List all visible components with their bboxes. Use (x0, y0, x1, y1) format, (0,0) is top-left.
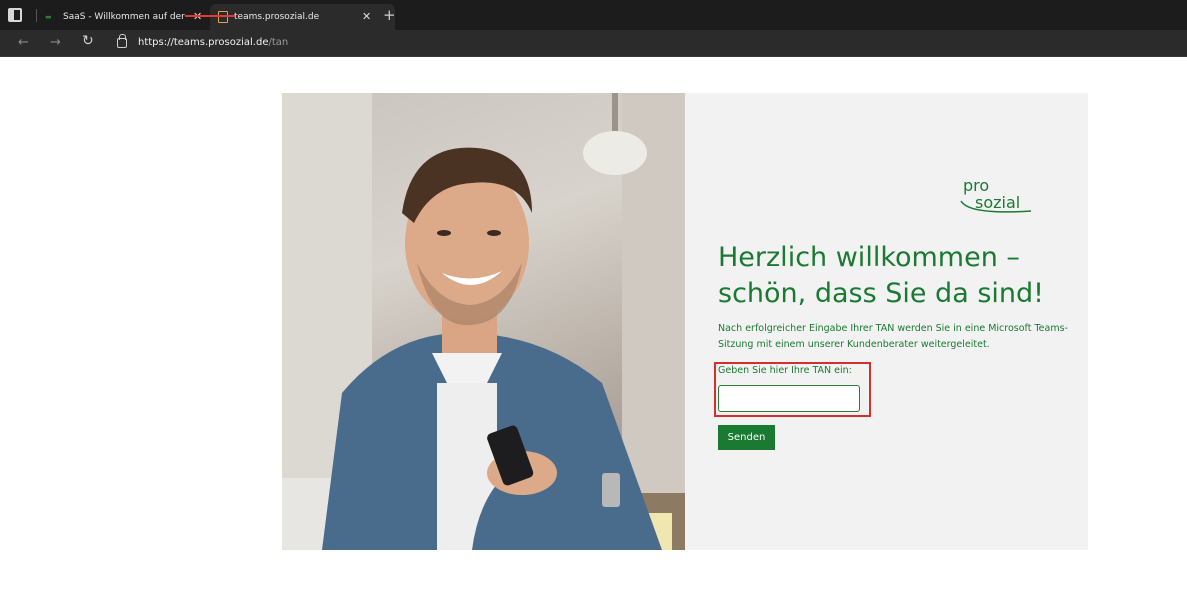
close-icon[interactable]: ✕ (362, 10, 371, 23)
prosozial-logo: pro sozial (960, 176, 1032, 213)
new-tab-icon[interactable]: + (383, 6, 396, 24)
tab-title: SaaS - Willkommen auf der SaaS (63, 12, 188, 22)
lock-icon[interactable] (117, 34, 127, 48)
url-field[interactable]: https://teams.prosozial.de/tan (138, 37, 288, 48)
page-favicon-icon (218, 11, 228, 23)
page-title: Herzlich willkommen – schön, dass Sie da… (718, 240, 1078, 312)
back-arrow-icon[interactable]: ← (18, 35, 29, 50)
url-path: /tan (268, 37, 289, 48)
tab-teams[interactable]: teams.prosozial.de ✕ (210, 4, 395, 30)
forward-arrow-icon[interactable]: → (50, 35, 61, 50)
content-panel: pro sozial Herzlich willkommen – schön, … (685, 93, 1088, 550)
headline-line-1: Herzlich willkommen – (718, 242, 1020, 273)
tab-title: teams.prosozial.de (234, 12, 320, 22)
svg-text:sozial: sozial (975, 193, 1020, 212)
send-button[interactable]: Senden (718, 425, 775, 450)
url-host: https://teams.prosozial.de (138, 37, 269, 48)
saas-favicon-icon: ▬ (45, 13, 52, 21)
address-bar: ← → ↻ https://teams.prosozial.de/tan (0, 30, 1187, 57)
browser-tab-strip: ▬ SaaS - Willkommen auf der SaaS ✕ teams… (0, 0, 1187, 30)
description-text: Nach erfolgreicher Eingabe Ihrer TAN wer… (718, 323, 1068, 350)
welcome-card: pro sozial Herzlich willkommen – schön, … (282, 93, 1088, 550)
man-with-phone-illustration (282, 93, 685, 550)
tab-actions-icon[interactable] (8, 8, 22, 22)
tan-input[interactable] (718, 385, 860, 412)
tab-separator (36, 9, 37, 22)
annotation-arrow (185, 15, 235, 17)
reload-icon[interactable]: ↻ (82, 33, 94, 49)
tan-label: Geben Sie hier Ihre TAN ein: (718, 365, 852, 376)
hero-photo (282, 93, 685, 550)
tab-saas[interactable]: ▬ SaaS - Willkommen auf der SaaS ✕ (45, 4, 210, 30)
headline-line-2: schön, dass Sie da sind! (718, 278, 1044, 309)
